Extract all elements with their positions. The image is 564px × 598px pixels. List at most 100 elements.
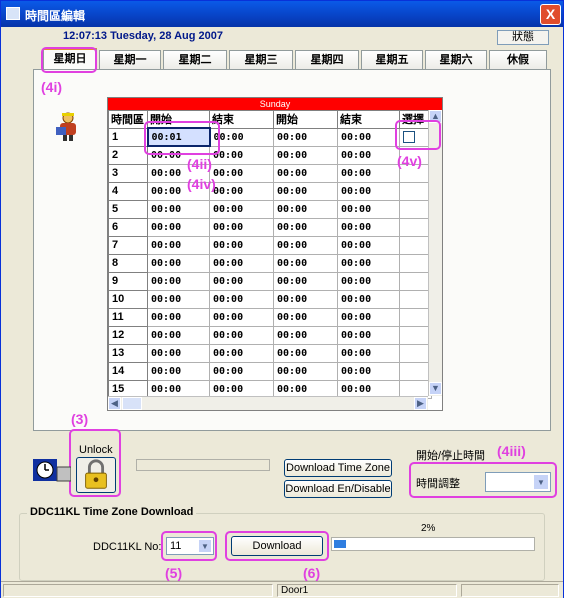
tab-thursday[interactable]: 星期四 (295, 50, 359, 70)
close-button[interactable]: X (540, 4, 561, 25)
start-1-cell[interactable]: 00:00 (147, 289, 210, 309)
start-1-cell[interactable]: 00:00 (147, 235, 210, 255)
tab-monday[interactable]: 星期一 (99, 50, 161, 70)
table-row[interactable]: 13 00:00 00:00 00:00 00:00 (108, 343, 432, 363)
table-row[interactable]: 7 00:00 00:00 00:00 00:00 (108, 235, 432, 255)
end-2-cell[interactable]: 00:00 (337, 307, 400, 327)
time-adjust-select[interactable]: ▼ (485, 472, 551, 492)
scroll-right-icon[interactable]: ▶ (414, 397, 427, 410)
start-1-cell[interactable]: 00:00 (147, 217, 210, 237)
end-1-cell[interactable]: 00:00 (209, 217, 274, 237)
select-cell[interactable] (399, 361, 432, 381)
start-2-cell[interactable]: 00:00 (273, 145, 338, 165)
select-cell[interactable] (399, 289, 432, 309)
start-1-cell[interactable]: 00:00 (147, 325, 210, 345)
end-1-cell[interactable]: 00:00 (209, 253, 274, 273)
header-end-2[interactable]: 結束 (337, 110, 400, 129)
end-2-cell[interactable]: 00:00 (337, 145, 400, 165)
start-2-cell[interactable]: 00:00 (273, 271, 338, 291)
end-2-cell[interactable]: 00:00 (337, 253, 400, 273)
select-cell[interactable] (399, 271, 432, 291)
select-cell[interactable] (399, 307, 432, 327)
start-2-cell[interactable]: 00:00 (273, 217, 338, 237)
start-1-cell[interactable]: 00:00 (147, 307, 210, 327)
end-1-cell[interactable]: 00:00 (209, 199, 274, 219)
select-cell[interactable] (399, 253, 432, 273)
start-2-cell[interactable]: 00:00 (273, 163, 338, 183)
end-2-cell[interactable]: 00:00 (337, 181, 400, 201)
start-1-cell[interactable]: 00:00 (147, 361, 210, 381)
tab-saturday[interactable]: 星期六 (425, 50, 487, 70)
chevron-down-icon[interactable]: ▼ (533, 474, 549, 490)
scroll-left-icon[interactable]: ◀ (108, 397, 121, 410)
table-row[interactable]: 14 00:00 00:00 00:00 00:00 (108, 361, 432, 381)
end-2-cell[interactable]: 00:00 (337, 343, 400, 363)
select-cell[interactable] (399, 343, 432, 363)
table-row[interactable]: 10 00:00 00:00 00:00 00:00 (108, 289, 432, 309)
download-en-disable-button[interactable]: Download En/Disable (284, 480, 392, 498)
end-1-cell[interactable]: 00:00 (209, 271, 274, 291)
end-1-cell[interactable]: 00:00 (209, 307, 274, 327)
chevron-down-icon[interactable]: ▼ (198, 539, 212, 553)
table-row[interactable]: 12 00:00 00:00 00:00 00:00 (108, 325, 432, 345)
table-row[interactable]: 6 00:00 00:00 00:00 00:00 (108, 217, 432, 237)
start-1-cell[interactable]: 00:00 (147, 253, 210, 273)
table-row[interactable]: 8 00:00 00:00 00:00 00:00 (108, 253, 432, 273)
table-row[interactable]: 4 00:00 00:00 00:00 00:00 (108, 181, 432, 201)
start-2-cell[interactable]: 00:00 (273, 361, 338, 381)
end-2-cell[interactable]: 00:00 (337, 127, 400, 147)
scroll-down-icon[interactable]: ▼ (429, 382, 442, 395)
tab-wednesday[interactable]: 星期三 (229, 50, 293, 70)
end-2-cell[interactable]: 00:00 (337, 163, 400, 183)
table-row[interactable]: 9 00:00 00:00 00:00 00:00 (108, 271, 432, 291)
start-2-cell[interactable]: 00:00 (273, 307, 338, 327)
start-2-cell[interactable]: 00:00 (273, 181, 338, 201)
start-2-cell[interactable]: 00:00 (273, 235, 338, 255)
select-cell[interactable] (399, 181, 432, 201)
scroll-thumb[interactable] (122, 397, 142, 410)
end-1-cell[interactable]: 00:00 (209, 325, 274, 345)
table-row[interactable]: 11 00:00 00:00 00:00 00:00 (108, 307, 432, 327)
end-2-cell[interactable]: 00:00 (337, 325, 400, 345)
select-cell[interactable] (399, 199, 432, 219)
tab-friday[interactable]: 星期五 (361, 50, 423, 70)
end-1-cell[interactable]: 00:00 (209, 163, 274, 183)
end-2-cell[interactable]: 00:00 (337, 289, 400, 309)
start-1-cell[interactable]: 00:00 (147, 343, 210, 363)
download-time-zone-button[interactable]: Download Time Zone (284, 459, 392, 477)
tab-holiday[interactable]: 休假 (489, 50, 547, 70)
start-2-cell[interactable]: 00:00 (273, 199, 338, 219)
end-1-cell[interactable]: 00:00 (209, 181, 274, 201)
start-2-cell[interactable]: 00:00 (273, 289, 338, 309)
ddc-download-button[interactable]: Download (231, 536, 323, 556)
header-start-2[interactable]: 開始 (273, 110, 338, 129)
end-2-cell[interactable]: 00:00 (337, 361, 400, 381)
start-2-cell[interactable]: 00:00 (273, 325, 338, 345)
select-cell[interactable] (399, 217, 432, 237)
unlock-button[interactable] (76, 457, 116, 493)
table-row[interactable]: 3 00:00 00:00 00:00 00:00 (108, 163, 432, 183)
end-2-cell[interactable]: 00:00 (337, 235, 400, 255)
end-1-cell[interactable]: 00:00 (209, 289, 274, 309)
start-2-cell[interactable]: 00:00 (273, 253, 338, 273)
row-number: 6 (108, 217, 148, 237)
end-1-cell[interactable]: 00:00 (209, 343, 274, 363)
end-1-cell[interactable]: 00:00 (209, 235, 274, 255)
horizontal-scrollbar[interactable]: ◀ ▶ (108, 396, 428, 410)
vertical-scrollbar[interactable]: ▲ ▼ (428, 110, 442, 396)
end-2-cell[interactable]: 00:00 (337, 271, 400, 291)
tab-tuesday[interactable]: 星期二 (163, 50, 227, 70)
start-1-cell[interactable]: 00:00 (147, 271, 210, 291)
end-2-cell[interactable]: 00:00 (337, 217, 400, 237)
title-bar[interactable]: 時間區編輯 X (1, 1, 563, 27)
status-button[interactable]: 狀態 (497, 30, 549, 45)
start-2-cell[interactable]: 00:00 (273, 343, 338, 363)
table-row[interactable]: 5 00:00 00:00 00:00 00:00 (108, 199, 432, 219)
ddc-no-select[interactable]: 11 ▼ (166, 537, 214, 555)
end-2-cell[interactable]: 00:00 (337, 199, 400, 219)
select-cell[interactable] (399, 325, 432, 345)
select-cell[interactable] (399, 235, 432, 255)
start-2-cell[interactable]: 00:00 (273, 127, 338, 147)
start-1-cell[interactable]: 00:00 (147, 199, 210, 219)
end-1-cell[interactable]: 00:00 (209, 361, 274, 381)
